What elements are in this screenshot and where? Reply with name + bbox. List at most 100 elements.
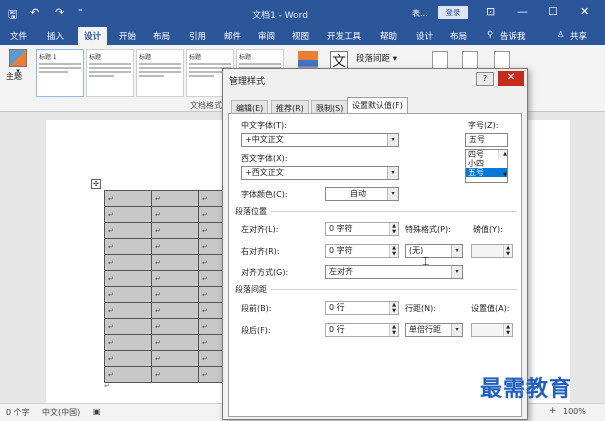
special-format-select[interactable]: (无) ▾ xyxy=(405,244,463,258)
spin-down-icon[interactable]: ▼ xyxy=(504,330,512,336)
table-cell[interactable]: ↵ xyxy=(151,254,199,271)
help-button[interactable]: ? xyxy=(476,72,494,86)
style-set-thumbnail[interactable]: 标题 xyxy=(86,49,134,97)
line-spacing-value: 单倍行距 xyxy=(409,325,441,334)
spin-up-icon[interactable]: ▲ xyxy=(501,150,507,159)
table-cell[interactable]: ↵ xyxy=(151,302,199,319)
style-set-thumbnail[interactable]: 标题 1 xyxy=(36,49,84,97)
table-cell[interactable]: ↵ xyxy=(151,222,199,239)
table-cell[interactable]: ↵ xyxy=(151,318,199,335)
table-move-handle-icon[interactable]: ✣ xyxy=(91,179,101,189)
style-set-title: 标题 xyxy=(89,54,102,61)
table-cell[interactable]: ↵ xyxy=(104,318,152,335)
spin-down-icon[interactable]: ▼ xyxy=(390,308,398,314)
tab-design[interactable]: 设计 xyxy=(78,27,108,45)
spin-down-icon[interactable]: ▼ xyxy=(390,229,398,235)
minimize-icon[interactable]: — xyxy=(517,5,528,18)
table-cell[interactable]: ↵ xyxy=(104,302,152,319)
font-size-list[interactable]: 四号 小四 五号 ▲ ▼ xyxy=(465,149,508,183)
line-spacing-select[interactable]: 单倍行距 ▾ xyxy=(405,323,463,337)
table-cell[interactable]: ↵ xyxy=(104,254,152,271)
close-dialog-button[interactable]: ✕ xyxy=(498,71,524,86)
manage-styles-dialog: 管理样式 ? ✕ 编辑(E) 推荐(R) 限制(S) 设置默认值(F) 中文字体… xyxy=(222,68,528,420)
table-cell[interactable]: ↵ xyxy=(151,270,199,287)
tab-references[interactable]: 引用 xyxy=(189,30,206,42)
mouse-cursor-icon: ⌶ xyxy=(422,254,430,268)
tab-recommend[interactable]: 推荐(R) xyxy=(271,100,309,114)
table-cell[interactable]: ↵ xyxy=(104,334,152,351)
close-window-icon[interactable]: ✕ xyxy=(580,5,589,18)
left-indent-spinner[interactable]: 0 字符 ▲ ▼ xyxy=(325,222,399,236)
style-set-title: 标题 xyxy=(189,54,202,61)
tab-view[interactable]: 视图 xyxy=(292,30,309,42)
table-cell[interactable]: ↵ xyxy=(104,190,152,207)
tab-layout[interactable]: 布局 xyxy=(153,30,170,42)
word-count[interactable]: 0 个字 xyxy=(6,407,30,418)
list-item[interactable]: 小四 xyxy=(466,159,507,168)
table-cell[interactable]: ↵ xyxy=(104,350,152,367)
left-indent-value: 0 字符 xyxy=(329,224,353,233)
tab-table-design[interactable]: 设计 xyxy=(416,30,433,42)
table-cell[interactable]: ↵ xyxy=(151,366,199,383)
scrollbar[interactable]: ▲ ▼ xyxy=(498,150,507,178)
table-cell[interactable]: ↵ xyxy=(104,222,152,239)
tab-insert[interactable]: 插入 xyxy=(47,30,64,42)
table-cell[interactable]: ↵ xyxy=(151,334,199,351)
spin-down-icon[interactable]: ▼ xyxy=(504,251,512,257)
spin-down-icon[interactable]: ▼ xyxy=(390,251,398,257)
table-cell[interactable]: ↵ xyxy=(104,366,152,383)
share-button[interactable]: 共享 xyxy=(570,30,587,42)
macro-record-icon[interactable]: ▣ xyxy=(93,407,101,416)
tab-developer[interactable]: 开发工具 xyxy=(327,30,361,42)
tab-set-defaults[interactable]: 设置默认值(F) xyxy=(347,97,408,114)
table-cell[interactable]: ↵ xyxy=(151,206,199,223)
tab-review[interactable]: 审阅 xyxy=(258,30,275,42)
western-font-select[interactable]: +西文正文 ▾ xyxy=(241,166,399,180)
login-button[interactable]: 登录 xyxy=(438,6,468,19)
language-indicator[interactable]: 中文(中国) xyxy=(42,407,80,418)
tab-edit[interactable]: 编辑(E) xyxy=(231,100,269,114)
font-size-input[interactable]: 五号 xyxy=(465,133,508,147)
tab-home[interactable]: 开始 xyxy=(119,30,136,42)
table-cell[interactable]: ↵ xyxy=(104,286,152,303)
table-cell[interactable]: ↵ xyxy=(151,350,199,367)
title-bar: 🖫 ↶ ↷ ⁼ 文档1 - Word 表... 登录 ⊡ — ☐ ✕ xyxy=(0,0,605,27)
section-paragraph-spacing: 段落间距 xyxy=(235,285,267,294)
special-format-label: 特殊格式(P): xyxy=(405,225,451,234)
tab-help[interactable]: 帮助 xyxy=(380,30,397,42)
section-divider xyxy=(271,211,517,212)
tell-me-search[interactable]: 告诉我 xyxy=(500,30,526,42)
space-before-spinner[interactable]: 0 行 ▲ ▼ xyxy=(325,301,399,315)
alignment-select[interactable]: 左对齐 ▾ xyxy=(325,265,463,279)
indent-amount-spinner[interactable]: ▲ ▼ xyxy=(471,244,513,258)
table-cell[interactable]: ↵ xyxy=(104,238,152,255)
tab-file[interactable]: 文件 xyxy=(10,30,27,42)
space-after-spinner[interactable]: 0 行 ▲ ▼ xyxy=(325,323,399,337)
setting-value-spinner[interactable]: ▲ ▼ xyxy=(471,323,513,337)
spin-down-icon[interactable]: ▼ xyxy=(501,171,507,180)
ribbon-display-options-icon[interactable]: ⊡ xyxy=(486,5,495,18)
table-cell[interactable]: ↵ xyxy=(151,190,199,207)
tab-table-layout[interactable]: 布局 xyxy=(450,30,467,42)
zoom-level[interactable]: 100% xyxy=(563,407,586,416)
table-cell[interactable]: ↵ xyxy=(104,270,152,287)
table-cell[interactable]: ↵ xyxy=(151,286,199,303)
font-color-select[interactable]: 自动 ▾ xyxy=(325,187,399,201)
table-cell[interactable]: ↵ xyxy=(151,238,199,255)
chinese-font-value: +中文正文 xyxy=(245,135,284,144)
chinese-font-select[interactable]: +中文正文 ▾ xyxy=(241,133,399,147)
right-indent-spinner[interactable]: 0 字符 ▲ ▼ xyxy=(325,244,399,258)
maximize-icon[interactable]: ☐ xyxy=(548,5,558,18)
zoom-in-icon[interactable]: + xyxy=(549,406,557,416)
tab-mailings[interactable]: 邮件 xyxy=(224,30,241,42)
font-color-value: 自动 xyxy=(350,189,366,198)
spin-down-icon[interactable]: ▼ xyxy=(390,330,398,336)
tab-restrict[interactable]: 限制(S) xyxy=(311,100,349,114)
account-name[interactable]: 表... xyxy=(412,8,428,19)
style-set-thumbnail[interactable]: 标题 xyxy=(136,49,184,97)
line-spacing-label: 行距(N): xyxy=(405,304,436,313)
table-cell[interactable]: ↵ xyxy=(104,206,152,223)
western-font-value: +西文正文 xyxy=(245,168,284,177)
themes-button[interactable]: 主题 ▾ xyxy=(6,49,30,97)
paragraph-spacing-button[interactable]: 段落间距 ▾ xyxy=(356,52,397,64)
